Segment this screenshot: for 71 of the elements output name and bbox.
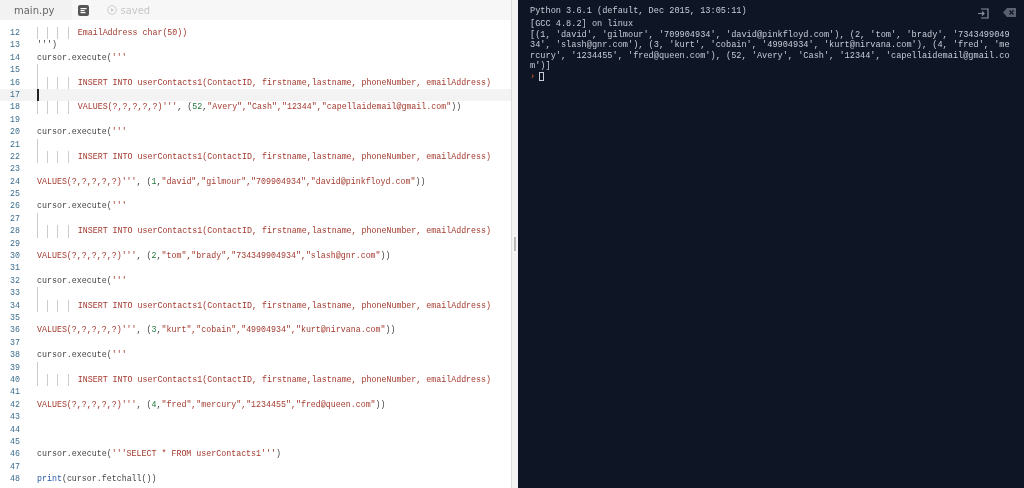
line-number: 32	[9, 274, 21, 287]
line-number: 43	[9, 411, 21, 424]
line-number: 35	[9, 312, 21, 324]
console-output: [GCC 4.8.2] on linux	[530, 19, 635, 30]
code-text: VALUES(?,?,?,?,?)''', (1,"david","gilmour","709904934","david@pinkfloyd.com"))	[37, 175, 426, 188]
console-output: m')]	[530, 61, 552, 72]
clear-icon[interactable]	[1003, 8, 1016, 19]
code-text: cursor.execute('''SELECT * FROM userContacts1''')	[37, 448, 281, 461]
line-number: 26	[9, 200, 21, 213]
code-text: cursor.execute('''	[37, 349, 127, 362]
code-text: INSERT INTO userContacts1(ContactID, firstname,lastname, phoneNumber, emailAddress)	[77, 299, 491, 312]
line-number: 42	[9, 398, 21, 411]
line-number: 41	[9, 386, 21, 399]
console-output: rcury', '1234455', 'fred@queen.com'), (52, 'Avery', 'Cash', '12344', 'capellaidemail@gmail.co	[530, 50, 1011, 61]
line-number: 30	[9, 250, 21, 263]
file-icon[interactable]	[78, 4, 90, 16]
line-number: 22	[9, 150, 21, 163]
line-number: 36	[9, 324, 21, 337]
code-text: VALUES(?,?,?,?,?)''', (2,"tom","brady","734349904934","slash@gnr.com"))	[37, 250, 391, 263]
console-output: 34', 'slash@gnr.com'), (3, 'kurt', 'cobain', '49904934', 'kurt@nirvana.com'), (4, 'fred', 'me	[530, 40, 1011, 51]
line-number: 33	[9, 287, 21, 300]
code-text: cursor.execute('''	[37, 274, 127, 287]
code-text: ''')	[37, 39, 57, 52]
line-number: 40	[9, 373, 21, 386]
line-number: 21	[9, 138, 21, 151]
line-number: 14	[9, 51, 21, 64]
code-text: INSERT INTO userContacts1(ContactID, firstname,lastname, phoneNumber, emailAddress)	[77, 150, 491, 163]
line-number: 47	[9, 460, 21, 473]
code-text: cursor.execute('''	[37, 51, 127, 64]
line-number: 44	[9, 423, 21, 436]
line-number: 13	[9, 39, 21, 52]
line-number: 16	[9, 76, 21, 89]
line-number: 48	[9, 473, 21, 486]
file-tab[interactable]: main.py	[0, 0, 73, 20]
console-output: Python 3.6.1 (default, Dec 2015, 13:05:11)	[530, 6, 747, 18]
line-number: 28	[9, 225, 21, 238]
code-text: EmailAddress char(50))	[77, 27, 188, 39]
line-number: 17	[9, 88, 21, 101]
code-text: cursor.execute('''	[37, 200, 127, 213]
text-caret	[37, 88, 39, 102]
code-text: INSERT INTO userContacts1(ContactID, firstname,lastname, phoneNumber, emailAddress)	[77, 225, 491, 238]
line-number: 19	[9, 113, 21, 126]
play-circle-icon	[107, 5, 118, 15]
code-text: VALUES(?,?,?,?,?)''', (4,"fred","mercury","1234455","fred@queen.com"))	[37, 398, 386, 411]
line-number: 34	[9, 299, 21, 312]
line-number: 45	[9, 435, 21, 448]
line-number: 39	[9, 361, 21, 374]
line-number: 24	[9, 175, 21, 188]
line-number: 18	[9, 101, 21, 114]
line-number: 38	[9, 349, 21, 362]
line-number: 29	[9, 237, 21, 250]
line-number: 15	[9, 64, 21, 77]
code-text: cursor.execute('''	[37, 126, 127, 139]
code-text: INSERT INTO userContacts1(ContactID, firstname,lastname, phoneNumber, emailAddress)	[77, 373, 491, 386]
line-number: 46	[9, 448, 21, 461]
line-number: 20	[9, 126, 21, 139]
input-cursor[interactable]	[539, 71, 545, 81]
line-number: 25	[9, 188, 21, 201]
code-text: print(cursor.fetchall())	[37, 473, 157, 486]
line-number: 27	[9, 212, 21, 225]
code-text: VALUES(?,?,?,?,?)''', (3,"kurt","cobain","49904934","kurt@nirvana.com"))	[37, 324, 396, 337]
code-text: INSERT INTO userContacts1(ContactID, firstname,lastname, phoneNumber, emailAddress)	[77, 76, 491, 89]
code-text: VALUES(?,?,?,?,?)''', (52,"Avery","Cash","12344","capellaidemail@gmail.com"))	[77, 101, 462, 114]
console-output: [(1, 'david', 'gilmour', '709904934', 'david@pinkfloyd.com'), (2, 'tom', 'brady', '7343499049	[530, 29, 1011, 40]
prompt-symbol: ›	[530, 71, 536, 82]
line-number: 12	[9, 27, 21, 39]
splitter-handle[interactable]	[514, 237, 516, 251]
line-number: 31	[9, 262, 21, 275]
line-number: 23	[9, 163, 21, 176]
exit-icon[interactable]	[977, 8, 989, 19]
line-number: 37	[9, 336, 21, 349]
